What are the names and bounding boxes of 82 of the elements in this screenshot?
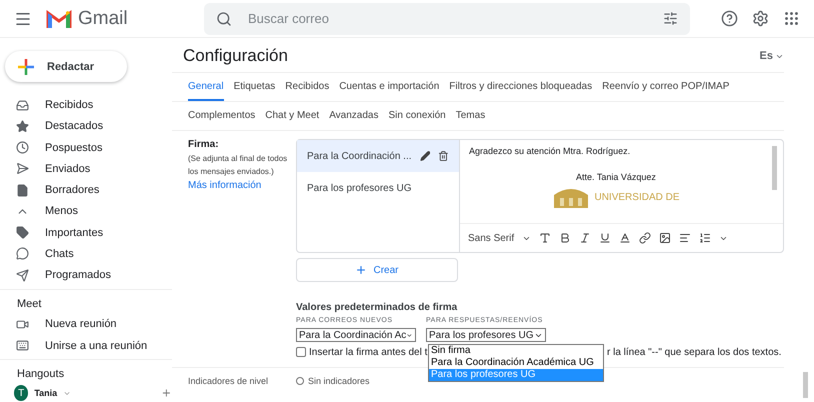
- signature-item[interactable]: Para los profesores UG: [297, 172, 459, 204]
- align-icon[interactable]: [679, 232, 692, 244]
- logo-text: UNIVERSIDAD DE: [594, 192, 680, 202]
- sliders-icon[interactable]: [663, 11, 678, 26]
- inbox-icon: [16, 98, 29, 112]
- nav-item[interactable]: Recibidos: [0, 94, 172, 116]
- text-color-icon[interactable]: [619, 232, 632, 244]
- send-icon: [16, 162, 29, 176]
- create-button[interactable]: Crear: [296, 258, 458, 282]
- compose-button[interactable]: Redactar: [5, 51, 127, 82]
- settings-tab[interactable]: General: [188, 73, 224, 101]
- nav-item[interactable]: Destacados: [0, 116, 172, 137]
- video-camera-icon: [16, 318, 29, 331]
- search-icon: [216, 10, 232, 26]
- plus-icon: [355, 264, 368, 276]
- nav-item[interactable]: Menos: [0, 200, 172, 222]
- settings-tab[interactable]: Recibidos: [285, 73, 330, 101]
- settings-tab[interactable]: Avanzadas: [329, 102, 378, 130]
- italic-icon[interactable]: [579, 232, 592, 244]
- checkbox-label: r la línea "--" que separa los dos textos.: [607, 346, 782, 358]
- search-field[interactable]: Buscar correo: [246, 10, 649, 27]
- scrollbar-thumb: [772, 146, 777, 190]
- gmail-logo-icon: [46, 8, 72, 28]
- nav-item[interactable]: Pospuestos: [0, 136, 172, 158]
- search-bar[interactable]: Buscar correo: [204, 2, 690, 34]
- app-name: Gmail: [78, 8, 128, 30]
- signature-text: Agradezco su atención Mtra. Rodríguez.: [469, 146, 632, 156]
- user-name[interactable]: Tania: [34, 388, 58, 398]
- settings-tab[interactable]: Complementos: [188, 102, 256, 130]
- image-icon[interactable]: [659, 232, 672, 244]
- plus-icon: [17, 58, 35, 76]
- settings-tab[interactable]: Etiquetas: [234, 73, 276, 101]
- star-icon: [16, 120, 29, 133]
- pencil-icon[interactable]: [420, 150, 430, 162]
- page-title: Configuración: [183, 46, 288, 66]
- help-text: (Se adjunta al final de todos los mensajes enviados.): [188, 153, 288, 178]
- signature-text: Atte. Tania Vázquez: [575, 172, 657, 182]
- help-icon[interactable]: [721, 10, 738, 27]
- trash-icon[interactable]: [438, 150, 449, 162]
- more-info-link[interactable]: Más información: [188, 180, 296, 191]
- clock-icon: [16, 141, 29, 154]
- signature-select[interactable]: Para la Coordinación Ac: [296, 328, 416, 342]
- settings-tab[interactable]: Chat y Meet: [265, 102, 320, 130]
- nav-item[interactable]: Borradores: [0, 179, 172, 201]
- nav-item[interactable]: Chats: [0, 243, 172, 265]
- field-label: Indicadores de nivel: [188, 376, 270, 386]
- settings-tab[interactable]: Temas: [456, 102, 486, 130]
- settings-tab[interactable]: Filtros y direcciones bloqueadas: [449, 73, 592, 101]
- building-logo-icon: [552, 186, 590, 208]
- apps-grid-icon[interactable]: [783, 10, 800, 27]
- signature-item[interactable]: Para la Coordinación ...: [297, 140, 459, 172]
- add-icon[interactable]: [161, 387, 172, 400]
- file-icon: [16, 184, 29, 197]
- chat-bubble-icon: [16, 247, 29, 260]
- checkbox[interactable]: [296, 347, 306, 357]
- link-icon[interactable]: [639, 232, 652, 244]
- text-size-icon[interactable]: [539, 232, 552, 244]
- font-selector[interactable]: Sans Serif: [468, 232, 514, 244]
- underline-icon[interactable]: [599, 232, 612, 244]
- scrollbar-thumb: [803, 372, 808, 398]
- section-heading: Meet: [16, 296, 42, 312]
- section-heading: Hangouts: [16, 367, 66, 382]
- nav-item[interactable]: Programados: [0, 264, 172, 286]
- settings-tab[interactable]: Cuentas e importación: [339, 73, 440, 101]
- nav-item[interactable]: Importantes: [0, 222, 172, 244]
- nav-item[interactable]: Unirse a una reunión: [0, 335, 172, 356]
- settings-tab[interactable]: Sin conexión: [388, 102, 446, 130]
- checkbox-label: Insertar la firma antes del t: [309, 346, 425, 358]
- label-icon: [16, 226, 29, 240]
- avatar: T: [14, 385, 28, 402]
- nav-item[interactable]: Nueva reunión: [0, 314, 172, 336]
- field-label: Firma:: [188, 139, 220, 150]
- keyboard-icon: [16, 339, 29, 352]
- language-selector[interactable]: Es: [760, 50, 784, 62]
- settings-tab[interactable]: Reenvío y correo POP/IMAP: [602, 73, 730, 101]
- settings-icon[interactable]: [752, 10, 769, 27]
- nav-item[interactable]: Enviados: [0, 158, 172, 180]
- section-heading: Valores predeterminados de firma: [296, 302, 458, 313]
- send-icon: [16, 268, 29, 282]
- signature-select[interactable]: Para los profesores UG: [426, 328, 546, 342]
- numbered-list-icon[interactable]: [699, 232, 712, 244]
- bold-icon[interactable]: [559, 232, 572, 244]
